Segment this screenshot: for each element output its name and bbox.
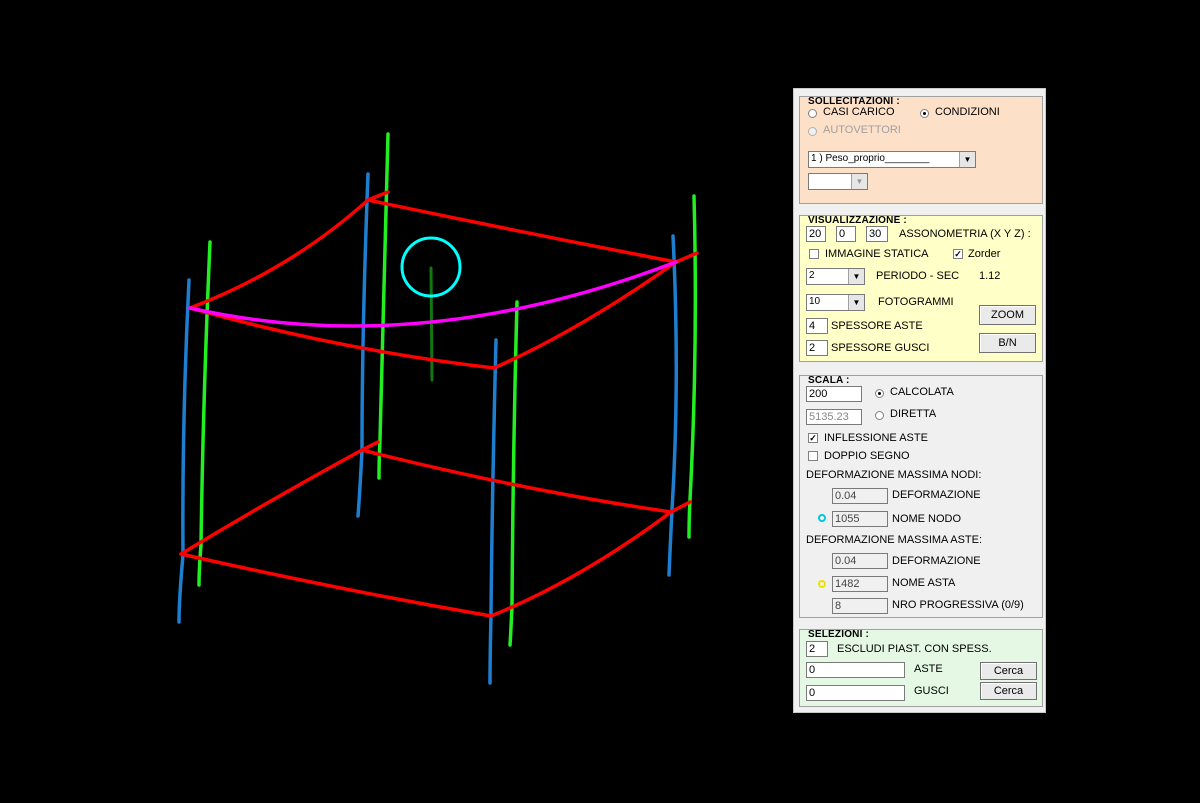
bottom-beam-right [489,510,673,618]
bottom-beam-back-stub [360,440,380,452]
inner-post [429,266,434,382]
column-back-right-blue [667,234,679,577]
autovettori-radio[interactable] [808,127,817,136]
axonometry-y-input[interactable]: 0 [836,226,856,242]
def-max-nodi-heading: DEFORMAZIONE MASSIMA NODI: [806,469,982,481]
periodo-select-value: 2 [809,270,815,281]
condizioni-radio[interactable] [920,109,929,118]
top-beam-back [366,198,678,264]
fotogrammi-select[interactable]: 10 ▼ [806,294,865,311]
max-deformation-beam [188,260,678,328]
control-panel: SOLLECITAZIONI : CASI CARICO CONDIZIONI … [793,88,1046,713]
doppio-segno-checkbox[interactable] [808,451,818,461]
scala-title: SCALA : [808,375,850,386]
bn-button[interactable]: B/N [979,333,1036,353]
aste-label: ASTE [914,663,943,675]
chevron-down-icon: ▼ [851,174,867,189]
assonometria-label: ASSONOMETRIA (X Y Z) : [899,228,1031,240]
selezioni-title: SELEZIONI : [808,629,870,640]
escludi-spessore-input[interactable]: 2 [806,641,828,657]
nome-asta-label: NOME ASTA [892,577,956,589]
scala-group: SCALA : 200 CALCOLATA 5135.23 DIRETTA ✓ … [799,375,1043,618]
top-beam-right [492,260,678,370]
autovettori-label: AUTOVETTORI [823,124,901,136]
spessore-aste-input[interactable]: 4 [806,318,828,334]
column-front-left-green [197,240,212,587]
periodo-seconds: 1.12 [979,270,1001,282]
column-front-right-green [508,300,519,647]
zoom-button[interactable]: ZOOM [979,305,1036,325]
axonometry-x-input[interactable]: 20 [806,226,826,242]
nome-nodo-label: NOME NODO [892,513,962,525]
chevron-down-icon: ▼ [848,295,864,310]
cerca-aste-button[interactable]: Cerca [980,662,1037,680]
diretta-label: DIRETTA [890,408,937,420]
cerca-gusci-button[interactable]: Cerca [980,682,1037,700]
chevron-down-icon: ▼ [848,269,864,284]
node-marker-icon [818,514,826,522]
load-case-select-value: 1 ) Peso_proprio________ [811,153,930,164]
spessore-aste-label: SPESSORE ASTE [831,320,923,332]
nome-asta-value: 1482 [832,576,888,592]
immagine-statica-checkbox[interactable] [809,249,819,259]
nro-progressiva-value: 8 [832,598,888,614]
bottom-beam-left [179,448,364,556]
column-back-left-green [377,132,390,480]
diretta-radio[interactable] [875,411,884,420]
casi-carico-radio[interactable] [808,109,817,118]
calcolata-radio[interactable] [875,389,884,398]
structure-viewport[interactable] [0,0,780,800]
aste-deformazione-value: 0.04 [832,553,888,569]
nome-nodo-value: 1055 [832,511,888,527]
visualizzazione-group: VISUALIZZAZIONE : 20 0 30 ASSONOMETRIA (… [799,215,1043,362]
escludi-label: ESCLUDI PIAST. CON SPESS. [837,643,992,655]
aste-deformazione-label: DEFORMAZIONE [892,555,981,567]
zorder-label: Zorder [968,248,1001,260]
scala-calcolata-input[interactable]: 200 [806,386,862,402]
bottom-frame [179,440,692,618]
zorder-checkbox[interactable]: ✓ [953,249,963,259]
spessore-gusci-input[interactable]: 2 [806,340,828,356]
fotogrammi-label: FOTOGRAMMI [878,296,954,308]
condizioni-label: CONDIZIONI [935,106,1000,118]
inflessione-aste-checkbox[interactable]: ✓ [808,433,818,443]
structure-drawing [177,132,699,685]
spessore-gusci-label: SPESSORE GUSCI [831,342,930,354]
column-front-left-blue [177,278,191,624]
column-back-left-blue [356,172,370,518]
visualizzazione-title: VISUALIZZAZIONE : [808,215,907,226]
doppio-segno-label: DOPPIO SEGNO [824,450,910,462]
beam-marker-icon [818,580,826,588]
scala-diretta-input[interactable]: 5135.23 [806,409,862,425]
nodi-deformazione-label: DEFORMAZIONE [892,489,981,501]
gusci-label: GUSCI [914,685,949,697]
immagine-statica-label: IMMAGINE STATICA [825,248,929,260]
nro-progressiva-label: NRO PROGRESSIVA (0/9) [892,599,1024,611]
nodi-deformazione-value: 0.04 [832,488,888,504]
bottom-beam-front [179,552,493,618]
chevron-down-icon: ▼ [959,152,975,167]
casi-carico-label: CASI CARICO [823,106,895,118]
aste-search-input[interactable]: 0 [806,662,905,678]
gusci-search-input[interactable]: 0 [806,685,905,701]
sollecitazioni-group: SOLLECITAZIONI : CASI CARICO CONDIZIONI … [799,96,1043,204]
columns-blue [177,172,679,685]
load-case-select[interactable]: 1 ) Peso_proprio________ ▼ [808,151,976,168]
sub-case-select[interactable]: ▼ [808,173,868,190]
columns-green [197,132,698,647]
inflessione-aste-label: INFLESSIONE ASTE [824,432,928,444]
bottom-beam-back [360,448,673,514]
selezioni-group: SELEZIONI : 2 ESCLUDI PIAST. CON SPESS. … [799,629,1043,707]
column-back-right-green [687,194,698,539]
calcolata-label: CALCOLATA [890,386,954,398]
column-front-right-blue [488,338,498,685]
periodo-label: PERIODO - SEC [876,270,960,282]
fotogrammi-select-value: 10 [809,296,821,307]
top-beam-left [188,198,370,310]
def-max-aste-heading: DEFORMAZIONE MASSIMA ASTE: [806,534,983,546]
periodo-select[interactable]: 2 ▼ [806,268,865,285]
axonometry-z-input[interactable]: 30 [866,226,888,242]
